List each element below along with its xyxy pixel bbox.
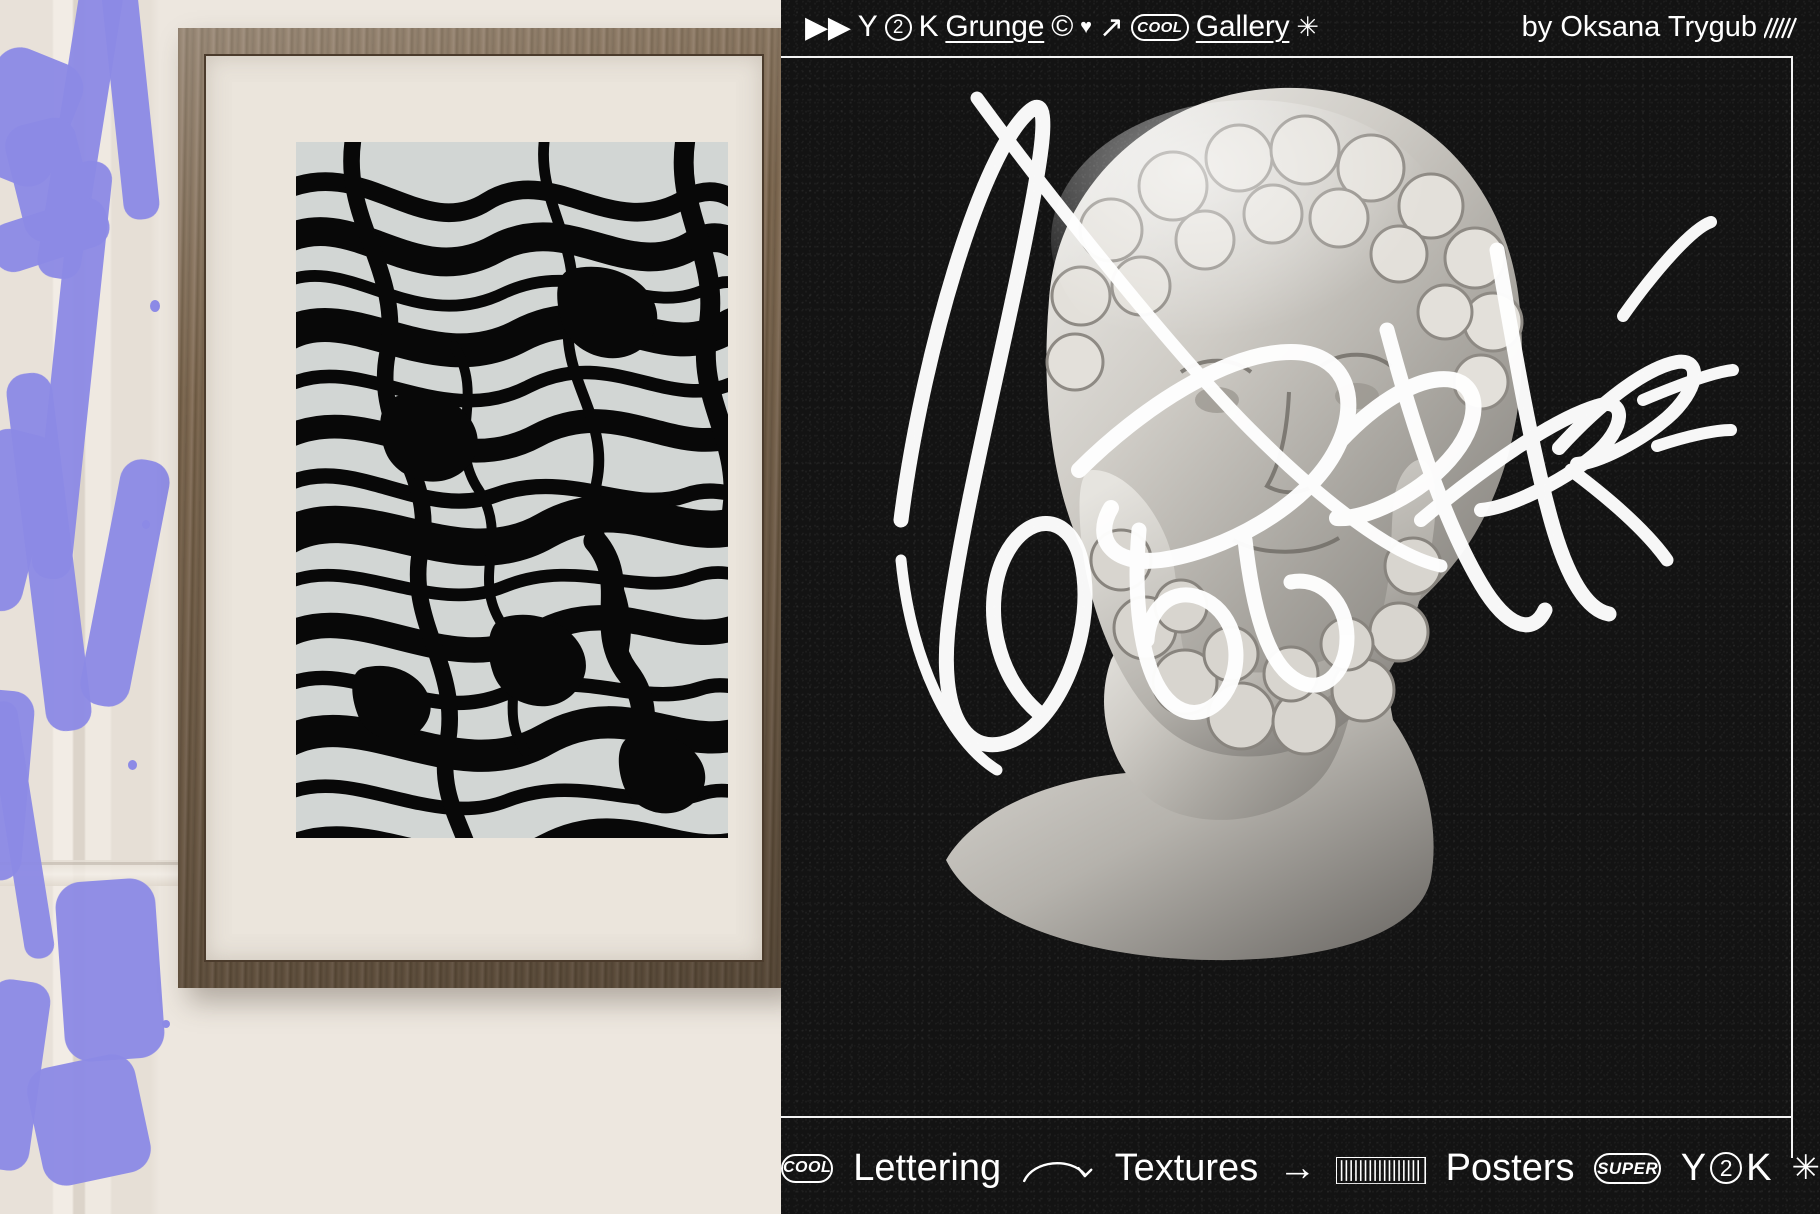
stripes-icon [1762,15,1798,39]
arrow-right-icon: → [1278,1146,1317,1189]
footer-circled-two-icon: 2 [1710,1152,1743,1184]
cool-badge[interactable]: COOL [1130,13,1189,41]
footer-brand-group: Y 2 K [1681,1147,1772,1190]
picture-frame [178,28,781,988]
heart-icon: ♥ [1080,15,1092,38]
play-forward-icon: ▶▶ [805,10,851,44]
brand-y: Y [857,10,878,43]
frame-mat [232,82,736,934]
footer-item-lettering[interactable]: Lettering [853,1147,1001,1190]
copyright-icon: © [1051,10,1074,43]
footer-item-posters[interactable]: Posters [1446,1147,1575,1190]
poster-footer: COOL Lettering Textures → Posters SUPER … [781,1122,1820,1214]
arrow-up-right-icon: ↗ [1098,10,1124,44]
poster-mockup-stage: ▶▶ Y 2 K Grunge © ♥ ↗ COOL Gallery ✳ by … [0,0,1820,1214]
brand-k: K [918,10,939,43]
frame-inner-bevel [204,54,764,962]
poster-header: ▶▶ Y 2 K Grunge © ♥ ↗ COOL Gallery ✳ by … [781,0,1820,54]
curved-arrow-icon [1021,1151,1094,1185]
footer-item-textures[interactable]: Textures [1115,1147,1259,1190]
byline-text: by Oksana Trygub [1521,10,1757,43]
word-gallery: Gallery [1195,10,1290,43]
circled-two-icon: 2 [884,13,912,41]
super-badge[interactable]: SUPER [1594,1152,1661,1184]
footer-cool-badge[interactable]: COOL [781,1153,834,1183]
right-panel-dark-poster: ▶▶ Y 2 K Grunge © ♥ ↗ COOL Gallery ✳ by … [781,0,1820,1214]
header-title-group: ▶▶ Y 2 K Grunge © ♥ ↗ COOL Gallery ✳ [805,10,1319,45]
footer-brand-y: Y [1680,1146,1707,1189]
footer-asterisk-icon: ✳ [1791,1149,1820,1187]
header-byline-group: by Oksana Trygub [1522,11,1798,44]
word-grunge: Grunge [945,10,1045,43]
footer-brand-k: K [1746,1146,1772,1189]
barcode-icon [1335,1151,1427,1185]
bust-artwork [781,0,1820,1214]
left-panel-framed-mockup [0,0,781,1214]
poster-artwork-swirl [296,142,728,838]
asterisk-icon: ✳ [1296,11,1319,42]
